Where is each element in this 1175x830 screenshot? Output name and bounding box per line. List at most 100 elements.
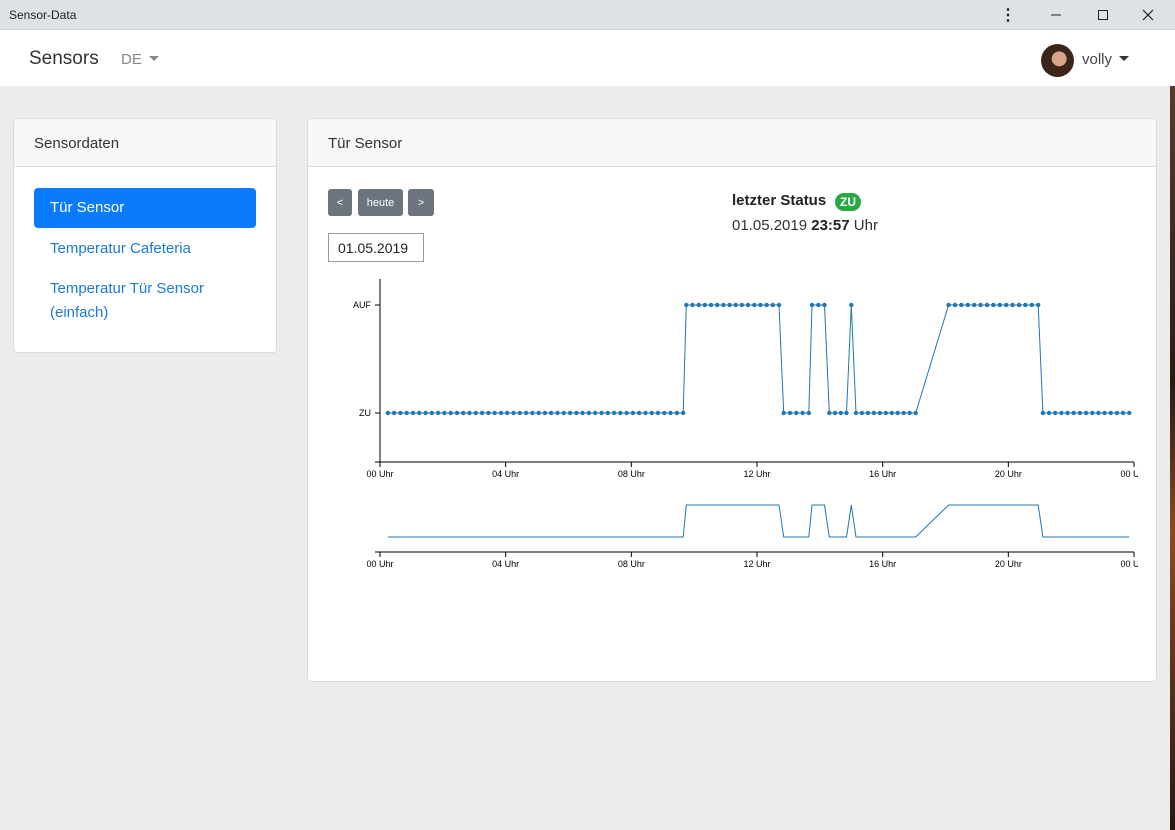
data-point bbox=[574, 410, 579, 416]
data-point bbox=[523, 410, 529, 416]
data-point bbox=[997, 302, 1002, 308]
data-point bbox=[442, 410, 447, 416]
data-point bbox=[809, 302, 815, 308]
data-point bbox=[1090, 410, 1095, 416]
data-point bbox=[655, 410, 661, 416]
sidebar-item-temperatur-cafeteria[interactable]: Temperatur Cafeteria bbox=[50, 237, 191, 261]
language-dropdown[interactable]: DE bbox=[121, 51, 159, 68]
data-point bbox=[816, 302, 821, 308]
data-point bbox=[978, 302, 983, 308]
today-button[interactable]: heute bbox=[358, 189, 403, 216]
data-point bbox=[800, 410, 805, 416]
desktop-background-edge bbox=[1170, 86, 1175, 830]
data-point bbox=[781, 410, 786, 416]
data-point bbox=[1029, 302, 1034, 308]
data-point bbox=[733, 302, 738, 308]
data-point bbox=[637, 410, 642, 416]
data-point bbox=[721, 302, 726, 308]
data-point bbox=[901, 410, 906, 416]
context-x-tick-label: 12 Uhr bbox=[743, 559, 770, 569]
data-point bbox=[865, 410, 871, 416]
y-tick-label: ZU bbox=[359, 408, 371, 418]
data-point bbox=[696, 302, 701, 308]
language-label: DE bbox=[121, 51, 142, 68]
data-point bbox=[599, 410, 604, 416]
data-point bbox=[1108, 410, 1113, 416]
data-point bbox=[907, 410, 912, 416]
data-point bbox=[1059, 410, 1064, 416]
data-point bbox=[770, 302, 775, 308]
data-point bbox=[1096, 410, 1101, 416]
top-navbar: Sensors DE volly bbox=[0, 30, 1175, 86]
data-point bbox=[715, 302, 720, 308]
y-tick-label: AUF bbox=[353, 300, 372, 310]
data-point bbox=[435, 410, 441, 416]
sensor-chart[interactable]: ZU AUF 00 Uhr 04 Uhr 08 Uhr 12 Uhr 16 Uhr 20 Uh… bbox=[348, 279, 1138, 569]
data-point bbox=[448, 410, 453, 416]
sidebar-card: Sensordaten Tür Sensor Temperatur Cafete… bbox=[13, 118, 277, 353]
data-point bbox=[952, 302, 958, 308]
data-point bbox=[555, 410, 560, 416]
data-point bbox=[871, 410, 877, 416]
minimize-icon[interactable] bbox=[1033, 0, 1079, 30]
next-day-button[interactable]: > bbox=[408, 189, 434, 216]
window-menu-icon[interactable]: ⋮ bbox=[985, 0, 1031, 30]
data-point bbox=[410, 410, 416, 416]
data-point bbox=[883, 410, 888, 416]
data-point bbox=[1004, 302, 1009, 308]
status-timestamp: 01.05.2019 23:57 Uhr bbox=[732, 217, 878, 234]
data-point bbox=[739, 302, 745, 308]
data-point bbox=[674, 410, 680, 416]
data-point bbox=[822, 302, 827, 308]
data-point bbox=[1040, 410, 1046, 416]
main-x-tick-label: 00 Uhr bbox=[366, 469, 393, 479]
main-x-tick-label: 08 Uhr bbox=[618, 469, 645, 479]
data-point bbox=[832, 410, 838, 416]
date-input[interactable]: 01.05.2019 bbox=[328, 233, 424, 262]
maximize-icon[interactable] bbox=[1080, 0, 1126, 30]
data-point bbox=[1071, 410, 1076, 416]
context-x-tick-label: 00 Uhr bbox=[1120, 559, 1138, 569]
data-point bbox=[593, 410, 598, 416]
avatar[interactable] bbox=[1041, 44, 1074, 77]
data-point bbox=[776, 302, 782, 308]
chevron-down-icon bbox=[1119, 55, 1130, 61]
user-dropdown[interactable]: volly bbox=[1082, 51, 1130, 68]
data-point bbox=[1010, 302, 1015, 308]
sidebar-item-tuer-sensor[interactable]: Tür Sensor bbox=[34, 188, 256, 228]
data-point bbox=[618, 410, 623, 416]
window-title: Sensor-Data bbox=[9, 8, 77, 22]
data-point bbox=[827, 410, 832, 416]
data-point bbox=[690, 302, 695, 308]
context-x-tick-label: 00 Uhr bbox=[366, 559, 393, 569]
data-point bbox=[991, 302, 996, 308]
data-point bbox=[844, 410, 849, 416]
data-point bbox=[806, 410, 811, 416]
sensor-card: Tür Sensor < heute > 01.05.2019 letzter … bbox=[307, 118, 1157, 682]
data-point bbox=[1102, 410, 1107, 416]
data-point bbox=[727, 302, 732, 308]
data-point bbox=[505, 410, 510, 416]
data-point bbox=[984, 302, 990, 308]
main-x-tick-label: 12 Uhr bbox=[743, 469, 770, 479]
status-label: letzter Status bbox=[732, 192, 827, 209]
data-point bbox=[849, 302, 854, 308]
data-point bbox=[398, 410, 403, 416]
prev-day-button[interactable]: < bbox=[328, 189, 352, 216]
data-point bbox=[586, 410, 592, 416]
data-point bbox=[764, 302, 769, 308]
data-point bbox=[649, 410, 654, 416]
context-x-tick-label: 16 Uhr bbox=[869, 559, 896, 569]
data-point bbox=[567, 410, 573, 416]
close-icon[interactable] bbox=[1125, 0, 1171, 30]
brand-link[interactable]: Sensors bbox=[29, 48, 99, 70]
data-point bbox=[643, 410, 648, 416]
data-point bbox=[624, 410, 629, 416]
context-x-tick-label: 20 Uhr bbox=[995, 559, 1022, 569]
main-x-tick-label: 00 Uhr bbox=[1120, 469, 1138, 479]
sidebar-item-temperatur-tuer-sensor[interactable]: Temperatur Tür Sensor (einfach) bbox=[50, 277, 204, 325]
main-x-tick-label: 04 Uhr bbox=[492, 469, 519, 479]
data-point bbox=[913, 410, 918, 416]
context-x-tick-label: 04 Uhr bbox=[492, 559, 519, 569]
data-point bbox=[536, 410, 541, 416]
